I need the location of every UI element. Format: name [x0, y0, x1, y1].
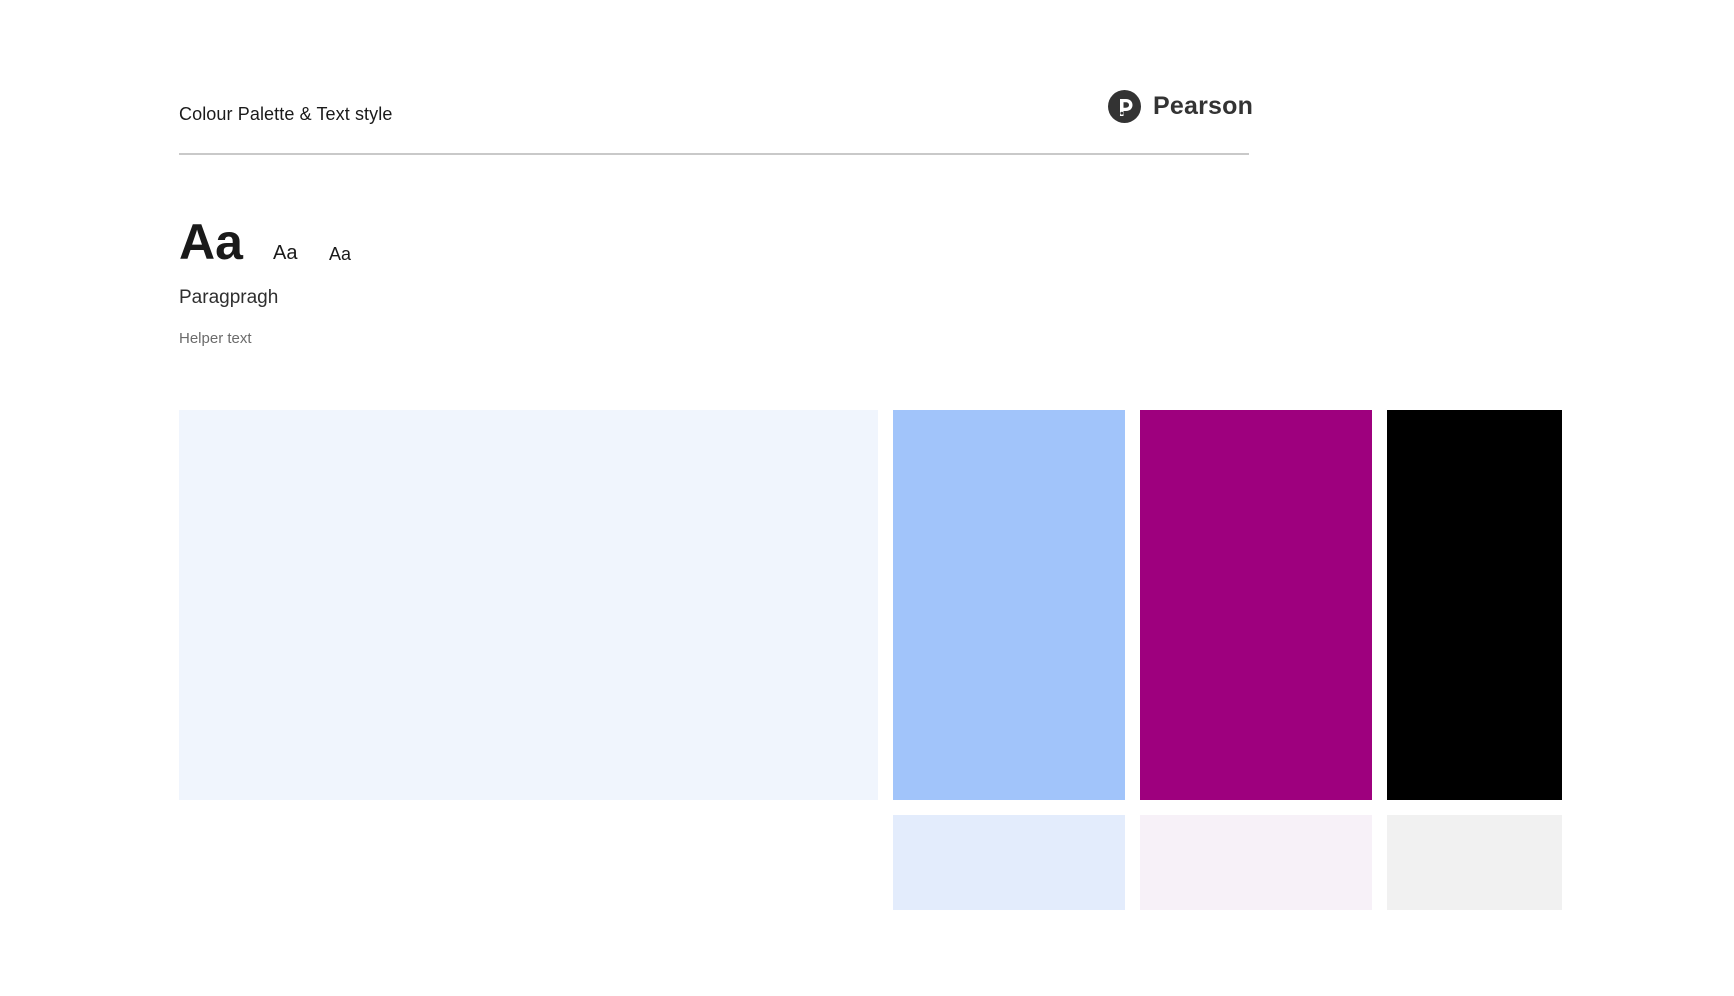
pearson-logo-icon	[1108, 89, 1141, 123]
brand-name: Pearson	[1153, 91, 1254, 120]
swatch-grey-tint	[1387, 815, 1562, 910]
type-sample-small: Aa	[329, 244, 352, 264]
helper-text-sample: Helper text	[179, 330, 252, 347]
swatch-primary-light	[179, 410, 878, 800]
swatch-blue	[893, 410, 1125, 800]
swatch-magenta	[1140, 410, 1372, 800]
type-sample-medium: Aa	[273, 242, 298, 264]
swatch-magenta-tint	[1140, 815, 1372, 910]
brand-logo: Pearson	[1108, 88, 1253, 124]
swatch-blue-tint	[893, 815, 1125, 910]
paragraph-sample: Paragpragh	[179, 287, 279, 308]
page-title: Colour Palette & Text style	[179, 104, 393, 124]
swatch-black	[1387, 410, 1562, 800]
type-sample-large: Aa	[179, 214, 243, 270]
header-divider	[179, 153, 1249, 155]
